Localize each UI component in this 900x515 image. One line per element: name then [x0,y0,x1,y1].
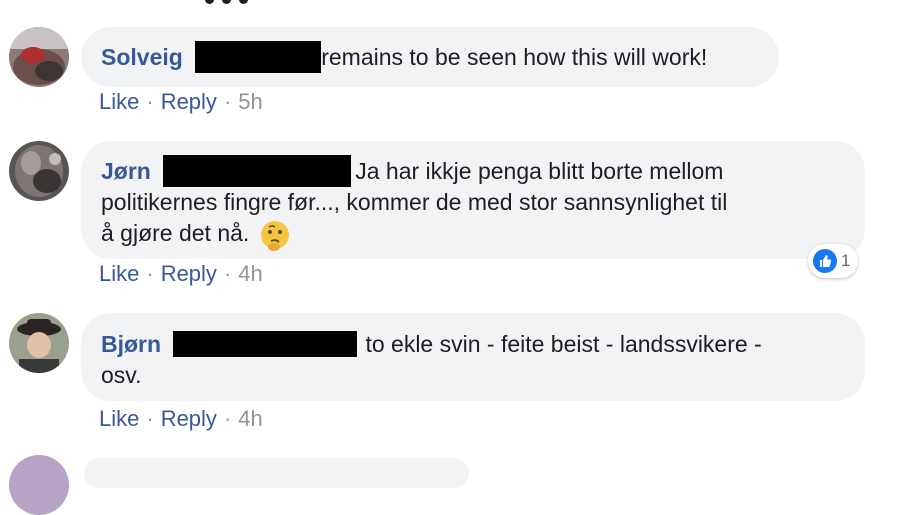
comment-bubble: Jørn Ja har ikkje penga blitt borte mell… [81,141,865,259]
separator: · [223,406,232,431]
separator: · [223,261,232,286]
comment-bubble: Solveig remains to be seen how this will… [81,27,779,87]
comment-bubble: Bjørn to ekle svin - feite beist - lands… [81,313,865,401]
comment-text-line-3: å gjøre det nå. [101,220,250,247]
reaction-number: 1 [841,251,851,270]
redacted-name [195,40,322,73]
author-name[interactable]: Bjørn [101,331,161,357]
avatar[interactable] [9,141,69,201]
avatar[interactable] [9,455,69,515]
comment-text-line-2: osv. [101,362,142,388]
timestamp[interactable]: 5h [238,89,262,115]
thinking-face-icon [260,221,289,251]
like-link[interactable]: Like [99,261,139,287]
like-link[interactable]: Like [99,89,139,115]
separator: · [146,406,154,431]
reply-link[interactable]: Reply [161,89,217,115]
comment-actions: Like · Reply · 5h [99,89,263,115]
comment-text-line-1: Ja har ikkje penga blitt borte mellom [355,158,724,184]
separator: · [146,261,154,286]
timestamp[interactable]: 4h [238,261,262,287]
reaction-count[interactable]: 1 [808,244,859,278]
reply-link[interactable]: Reply [161,261,217,287]
author-name[interactable]: Solveig [101,44,183,70]
author-name[interactable]: Jørn [101,158,151,184]
avatar[interactable] [9,313,69,373]
redacted-name [173,331,358,358]
comment-text-line-2: politikernes fingre før..., kommer de me… [101,189,728,215]
next-comment-bubble [84,458,469,488]
thumbs-up-icon [813,249,837,273]
timestamp[interactable]: 4h [238,406,262,432]
comment-text-line-1: to ekle svin - feite beist - landssviker… [365,331,762,357]
redacted-name [163,154,352,187]
previous-comment-fragment [205,0,265,4]
avatar[interactable] [9,27,69,87]
comment-actions: Like · Reply · 4h [99,406,263,432]
comment-actions: Like · Reply · 4h [99,261,263,287]
comment-text: remains to be seen how this will work! [321,44,708,70]
separator: · [223,89,232,114]
reply-link[interactable]: Reply [161,406,217,432]
separator: · [146,89,154,114]
like-link[interactable]: Like [99,406,139,432]
